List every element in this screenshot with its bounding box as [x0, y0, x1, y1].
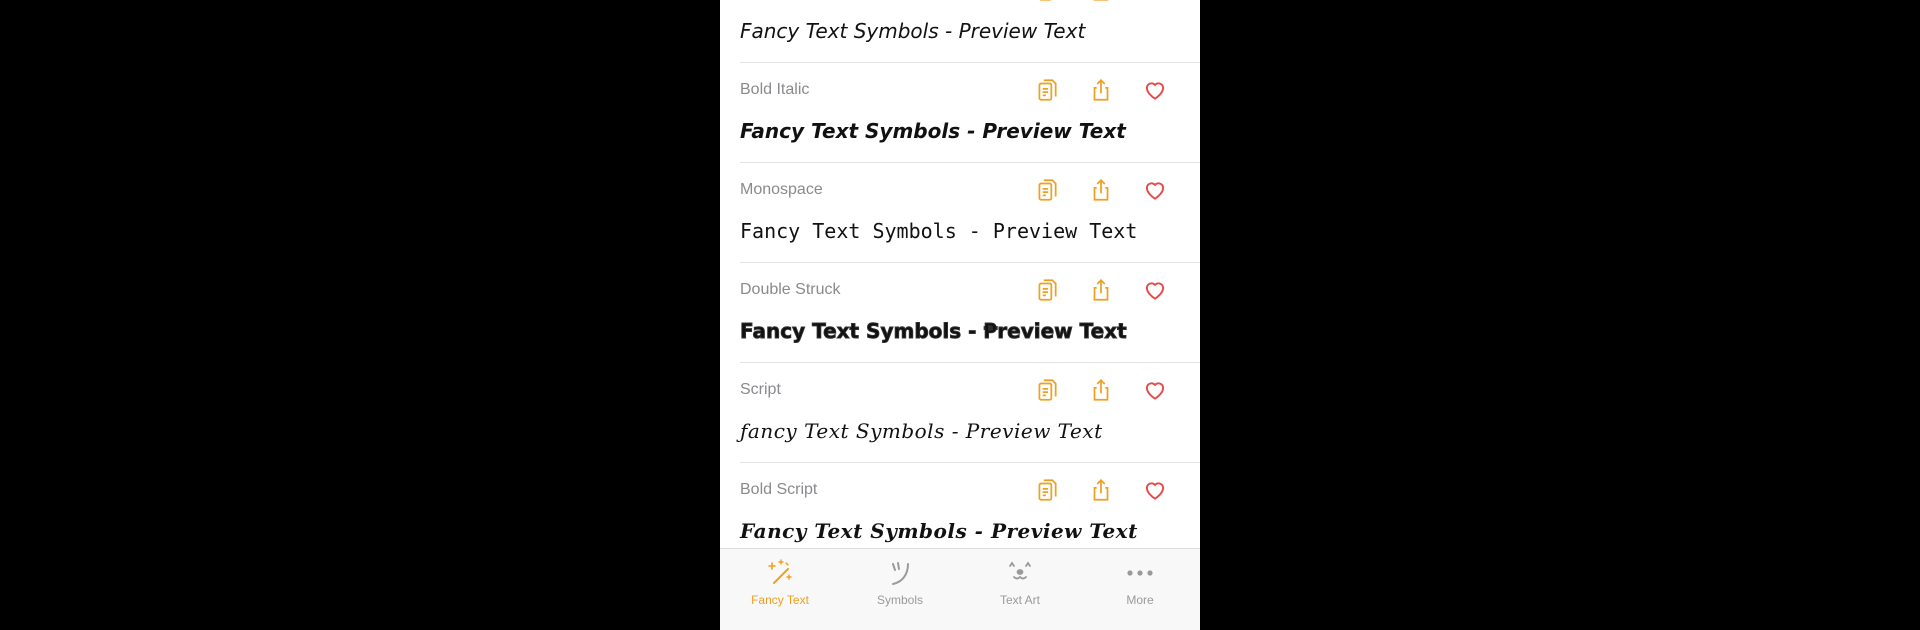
- copy-icon: [1038, 379, 1057, 401]
- style-row-monospace[interactable]: Monospace Fancy Text Symbols - Preview T…: [740, 163, 1200, 263]
- share-button[interactable]: [1086, 475, 1116, 505]
- tab-more[interactable]: More: [1080, 549, 1200, 630]
- tab-symbols[interactable]: Symbols: [840, 549, 960, 630]
- share-button[interactable]: [1086, 0, 1116, 5]
- copy-button[interactable]: [1032, 475, 1062, 505]
- copy-button[interactable]: [1032, 0, 1062, 5]
- share-icon: [1093, 279, 1109, 301]
- style-row-italic[interactable]: Fancy Text Symbols - Preview Text: [740, 0, 1200, 63]
- share-icon: [1093, 0, 1109, 1]
- style-name: Bold Italic: [740, 81, 810, 98]
- tab-bar: Fancy Text Symbols Text Art More: [720, 548, 1200, 630]
- heart-icon: [1145, 182, 1165, 200]
- copy-icon: [1038, 479, 1057, 501]
- style-preview[interactable]: Fancy Text Symbols - Preview Text: [740, 519, 1138, 543]
- copy-button[interactable]: [1032, 75, 1062, 105]
- style-row-script[interactable]: Script ƒancy Text Symbols - Preview Text: [740, 363, 1200, 463]
- copy-icon: [1038, 279, 1057, 301]
- share-button[interactable]: [1086, 275, 1116, 305]
- share-button[interactable]: [1086, 375, 1116, 405]
- style-name: Double Struck: [740, 281, 841, 298]
- heart-icon: [1145, 82, 1165, 100]
- tab-label: Symbols: [876, 593, 923, 607]
- style-preview[interactable]: Fancy Text Symbols - Preview Text: [740, 19, 1085, 43]
- share-button[interactable]: [1086, 175, 1116, 205]
- style-name: Bold Script: [740, 481, 818, 498]
- tab-label: More: [1126, 593, 1154, 607]
- copy-button[interactable]: [1032, 275, 1062, 305]
- heart-icon: [1142, 0, 1168, 3]
- favorite-button[interactable]: [1140, 0, 1170, 5]
- share-icon: [1093, 479, 1109, 501]
- copy-button[interactable]: [1032, 375, 1062, 405]
- style-preview[interactable]: Fancy Text Symbols - Preview Text: [740, 119, 1126, 143]
- tab-label: Fancy Text: [751, 593, 809, 607]
- favorite-button[interactable]: [1140, 175, 1170, 205]
- share-icon: [1093, 179, 1109, 201]
- style-preview[interactable]: Fancy Text Symbols - ₱review Text: [740, 319, 1128, 344]
- app-screen: Fancy Text Symbols - Preview Text Bold I…: [720, 0, 1200, 630]
- tab-text-art[interactable]: Text Art: [960, 549, 1080, 630]
- copy-icon: [1038, 179, 1057, 201]
- copy-icon: [1038, 79, 1057, 101]
- symbols-icon: [892, 562, 909, 585]
- heart-icon: [1145, 482, 1165, 500]
- tab-label: Text Art: [999, 593, 1040, 607]
- favorite-button[interactable]: [1140, 75, 1170, 105]
- style-row-bold-italic[interactable]: Bold Italic Fancy Text Symbols - Preview…: [740, 63, 1200, 163]
- share-button[interactable]: [1086, 75, 1116, 105]
- copy-icon: [1039, 0, 1052, 1]
- style-row-bold-script[interactable]: Bold Script Fancy Text Symbols - Preview…: [740, 463, 1200, 548]
- share-icon: [1093, 379, 1109, 401]
- copy-button[interactable]: [1032, 175, 1062, 205]
- favorite-button[interactable]: [1140, 275, 1170, 305]
- more-dots-icon: [1127, 570, 1153, 576]
- magic-wand-icon: [768, 559, 792, 584]
- heart-icon: [1145, 382, 1165, 400]
- share-icon: [1093, 79, 1109, 101]
- style-row-double-struck[interactable]: Double Struck Fancy Text Symbols - ₱revi…: [740, 263, 1200, 363]
- text-art-icon: [1009, 561, 1031, 580]
- style-name: Script: [740, 381, 781, 398]
- style-preview[interactable]: ƒancy Text Symbols - Preview Text: [740, 419, 1103, 443]
- style-list[interactable]: Fancy Text Symbols - Preview Text Bold I…: [720, 0, 1200, 548]
- style-preview[interactable]: Fancy Text Symbols - Preview Text: [740, 219, 1137, 243]
- tab-fancy-text[interactable]: Fancy Text: [720, 549, 840, 630]
- style-name: Monospace: [740, 181, 823, 198]
- favorite-button[interactable]: [1140, 475, 1170, 505]
- heart-icon: [1145, 282, 1165, 300]
- favorite-button[interactable]: [1140, 375, 1170, 405]
